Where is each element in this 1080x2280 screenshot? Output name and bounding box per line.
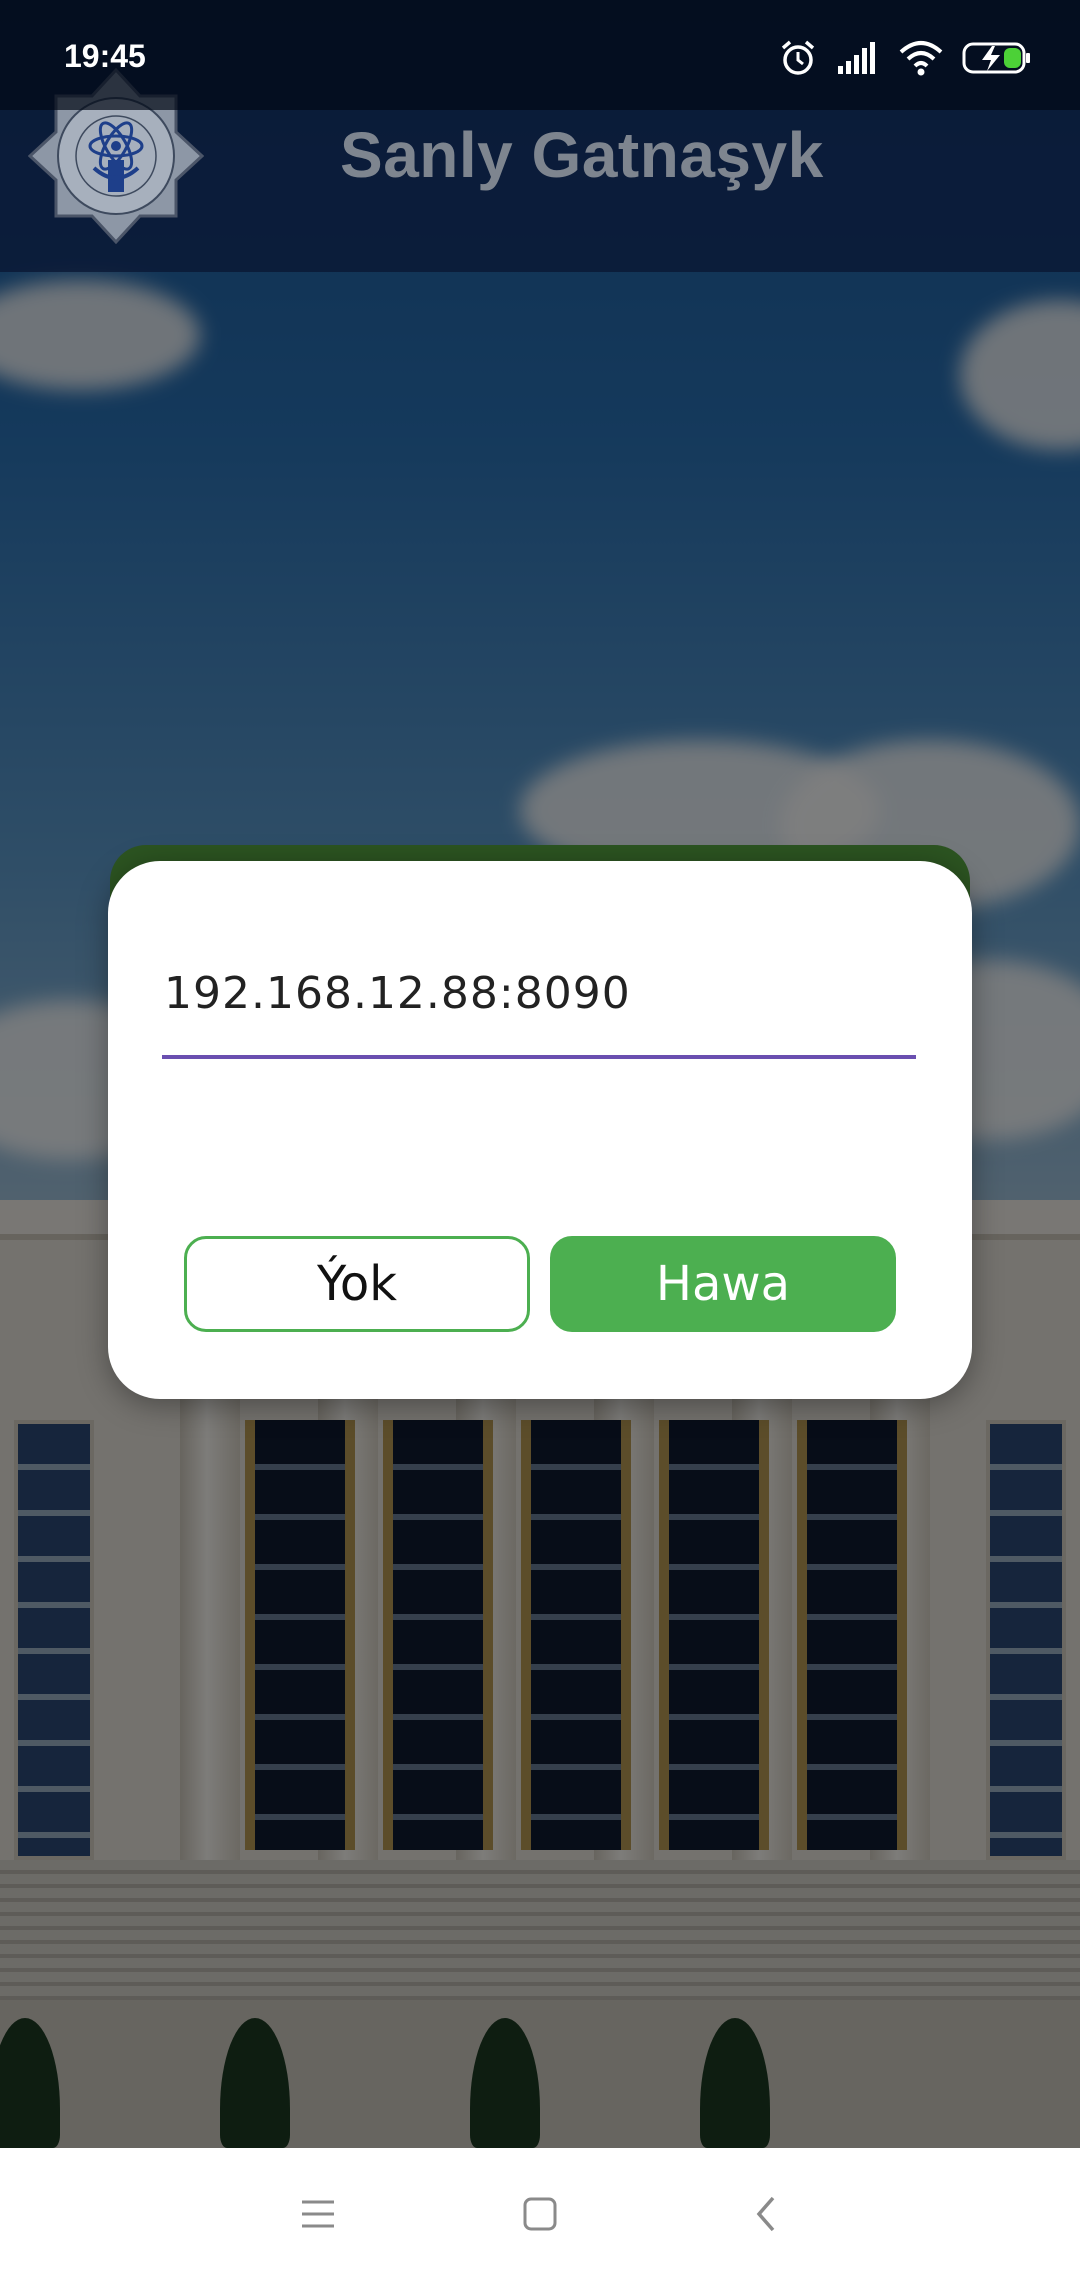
wifi-icon: [898, 40, 944, 76]
status-bar: 19:45: [0, 0, 1080, 110]
status-time: 19:45: [64, 38, 146, 74]
home-icon[interactable]: [510, 2184, 570, 2244]
back-icon[interactable]: [736, 2184, 796, 2244]
system-navigation-bar: [0, 2148, 1080, 2280]
cancel-button-label: Ýok: [316, 1256, 398, 1312]
signal-icon: [836, 40, 880, 76]
confirm-button[interactable]: Hawa: [550, 1236, 896, 1332]
cancel-button[interactable]: Ýok: [184, 1236, 530, 1332]
battery-charging-icon: [962, 41, 1032, 75]
confirm-button-label: Hawa: [655, 1256, 791, 1312]
status-icons: [778, 34, 1032, 82]
menu-icon[interactable]: [288, 2184, 348, 2244]
alarm-icon: [778, 38, 818, 78]
app-title: Sanly Gatnaşyk: [340, 119, 824, 191]
server-address-dialog: Ýok Hawa: [108, 861, 972, 1399]
server-address-input[interactable]: [162, 961, 916, 1025]
input-underline: [162, 1055, 916, 1059]
